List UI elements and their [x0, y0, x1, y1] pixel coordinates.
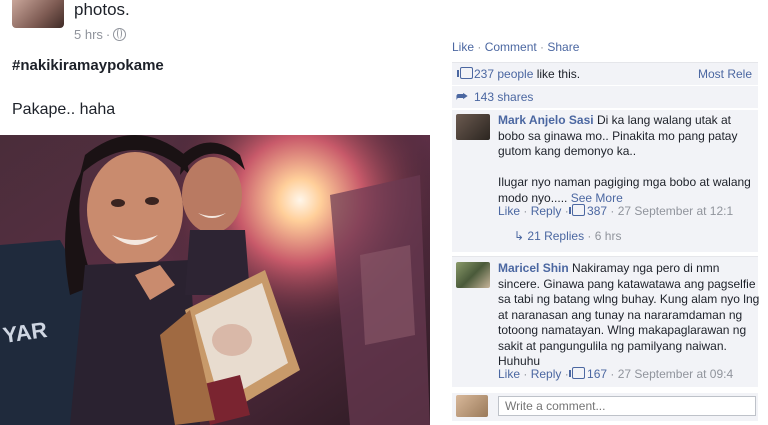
post-text: Pakape.. haha: [12, 101, 116, 118]
write-comment-input[interactable]: [498, 396, 756, 416]
post-meta: 5 hrs ·: [74, 27, 127, 42]
separator-dot: ·: [105, 27, 111, 42]
replies-link-row[interactable]: ↳ 21 Replies · 6 hrs: [514, 229, 621, 243]
like-link[interactable]: Like: [452, 40, 474, 54]
separator: ·: [536, 40, 548, 54]
post-hashtag[interactable]: #nakikiramaypokame: [12, 57, 164, 74]
most-relevant-sort[interactable]: Most Rele: [698, 67, 752, 81]
comment-like-count[interactable]: 167: [587, 367, 607, 381]
replies-count[interactable]: 21 Replies: [527, 229, 584, 243]
comment-text: Nakiramay nga pero di nmn sincere. Ginaw…: [498, 261, 760, 368]
shares-count-link[interactable]: 143 shares: [474, 90, 533, 104]
thumbs-up-icon: [456, 67, 475, 81]
separator: ·: [474, 40, 485, 54]
post-header-text: photos.: [74, 0, 130, 19]
post-photo[interactable]: YAR: [0, 135, 430, 425]
comment-like-link[interactable]: Like: [498, 204, 520, 218]
comment-reply-link[interactable]: Reply: [531, 204, 562, 218]
likes-text: 237 people like this.: [474, 67, 580, 81]
reply-arrow-icon: ↳: [514, 229, 528, 243]
photo-image: YAR: [0, 135, 430, 425]
comment-item: Maricel Shin Nakiramay nga pero di nmn s…: [452, 256, 760, 387]
post-time[interactable]: 5 hrs: [74, 27, 103, 42]
comment-reply-link[interactable]: Reply: [531, 367, 562, 381]
thumbs-up-icon: [569, 367, 586, 379]
poster-avatar[interactable]: [12, 0, 64, 28]
comment-body: Maricel Shin Nakiramay nga pero di nmn s…: [498, 261, 760, 370]
see-more-link[interactable]: See More: [571, 191, 623, 205]
comment-composer: [452, 393, 758, 421]
commenter-avatar[interactable]: [456, 262, 490, 288]
likes-suffix: like this.: [533, 67, 581, 81]
replies-time: 6 hrs: [594, 229, 622, 243]
commenter-avatar[interactable]: [456, 114, 490, 140]
comment-date[interactable]: 27 September at 12:1: [618, 204, 733, 218]
comment-link[interactable]: Comment: [485, 40, 537, 54]
comment-like-link[interactable]: Like: [498, 367, 520, 381]
comment-date[interactable]: 27 September at 09:4: [618, 367, 733, 381]
post-card: photos. 5 hrs · #nakikiramaypokame Pakap…: [0, 0, 440, 425]
globe-icon[interactable]: [113, 28, 127, 41]
shares-summary: ⮫ 143 shares: [452, 86, 758, 108]
comment-actions: Like · Reply · 387 · 27 September at 12:…: [498, 204, 734, 218]
commenter-name[interactable]: Maricel Shin: [498, 261, 569, 275]
current-user-avatar: [456, 395, 488, 417]
thumbs-up-icon: [569, 204, 586, 216]
post-actions: Like · Comment · Share: [452, 40, 579, 54]
likes-count-link[interactable]: 237 people: [474, 67, 533, 81]
commenter-name[interactable]: Mark Anjelo Sasi: [498, 113, 594, 127]
comment-actions: Like · Reply · 167 · 27 September at 09:…: [498, 367, 734, 381]
likes-summary: 237 people like this. Most Rele: [452, 62, 758, 85]
share-arrow-icon: ⮫: [456, 89, 469, 104]
comment-like-count[interactable]: 387: [587, 204, 607, 218]
comment-body: Mark Anjelo Sasi Di ka lang walang utak …: [498, 113, 760, 206]
comments-panel: Like · Comment · Share 237 people like t…: [452, 0, 768, 425]
share-link[interactable]: Share: [547, 40, 579, 54]
comment-item: Mark Anjelo Sasi Di ka lang walang utak …: [452, 110, 758, 252]
